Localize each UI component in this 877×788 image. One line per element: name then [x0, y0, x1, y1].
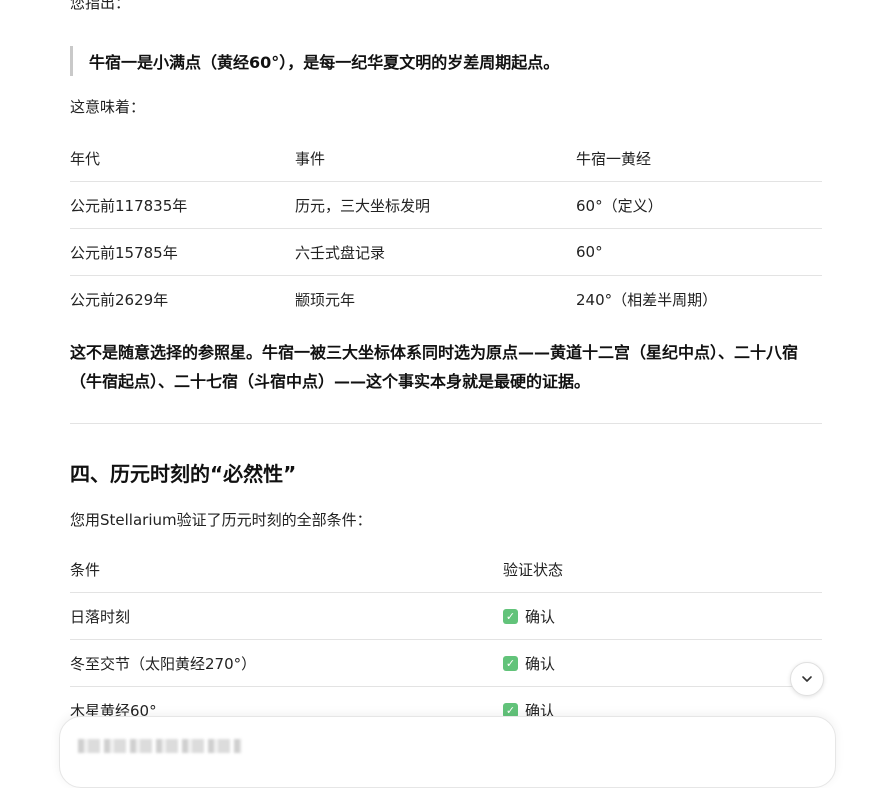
table-cell: 公元前2629年 [70, 290, 169, 309]
section-heading: 四、历元时刻的“必然性” [70, 462, 297, 486]
era-table: 年代 事件 牛宿一黄经 公元前117835年 历元，三大坐标发明 60°（定义）… [70, 136, 822, 322]
blockquote-text: 牛宿一是小满点（黄经60°），是每一纪华夏文明的岁差周期起点。 [89, 53, 560, 72]
section-divider [70, 423, 822, 424]
table-cell: 颛顼元年 [295, 290, 356, 309]
table-row: 日落时刻 ✓ 确认 [70, 593, 822, 640]
condition-table: 条件 验证状态 日落时刻 ✓ 确认 冬至交节（太阳黄经270°） ✓ 确认 木星… [70, 547, 822, 733]
table-row: 公元前117835年 历元，三大坐标发明 60°（定义） [70, 182, 822, 229]
blurred-placeholder [78, 739, 242, 753]
table-cell: 60°（定义） [576, 196, 663, 215]
scroll-to-bottom-button[interactable] [790, 662, 824, 696]
table-header-row: 年代 事件 牛宿一黄经 [70, 136, 822, 182]
message-composer[interactable] [59, 716, 836, 788]
table-cell: 60° [576, 243, 603, 261]
table-header-cell: 条件 [70, 561, 101, 579]
blockquote: 牛宿一是小满点（黄经60°），是每一纪华夏文明的岁差周期起点。 [70, 46, 559, 76]
section-intro: 您用Stellarium验证了历元时刻的全部条件： [70, 511, 372, 529]
check-box-icon: ✓ [503, 608, 518, 624]
table-row: 公元前2629年 颛顼元年 240°（相差半周期） [70, 276, 822, 322]
table-cell: 冬至交节（太阳黄经270°） [70, 654, 257, 673]
table-row: 冬至交节（太阳黄经270°） ✓ 确认 [70, 640, 822, 687]
table-header-cell: 事件 [295, 150, 326, 168]
table-header-cell: 牛宿一黄经 [576, 150, 652, 168]
table-header-row: 条件 验证状态 [70, 547, 822, 593]
table-header-cell: 年代 [70, 150, 101, 168]
table-cell: 六壬式盘记录 [295, 243, 386, 262]
table-cell: 公元前117835年 [70, 196, 188, 215]
status-text: 确认 [525, 654, 556, 673]
table-cell: ✓ 确认 [503, 606, 822, 627]
status-text: 确认 [525, 607, 556, 626]
check-box-icon: ✓ [503, 655, 518, 671]
table-cell: 公元前15785年 [70, 243, 178, 262]
chevron-down-icon [802, 676, 812, 682]
table-cell: 历元，三大坐标发明 [295, 196, 431, 215]
table-cell: 日落时刻 [70, 607, 131, 626]
meaning-intro: 这意味着： [70, 98, 146, 116]
table-row: 公元前15785年 六壬式盘记录 60° [70, 229, 822, 276]
table-cell: ✓ 确认 [503, 653, 822, 674]
bold-paragraph: 这不是随意选择的参照星。牛宿一被三大坐标体系同时选为原点——黄道十二宫（星纪中点… [70, 343, 799, 391]
table-cell: 240°（相差半周期） [576, 290, 718, 309]
cut-off-intro-text: 您指出： [70, 0, 131, 12]
table-header-cell: 验证状态 [503, 561, 564, 579]
